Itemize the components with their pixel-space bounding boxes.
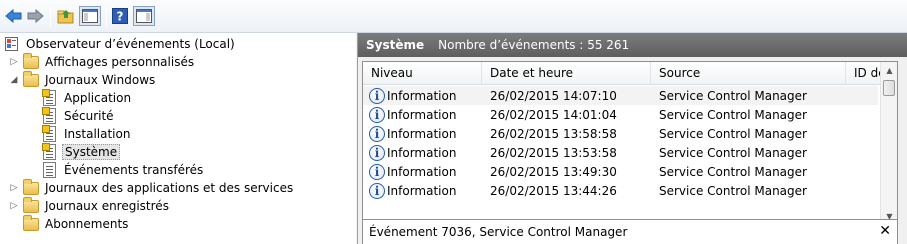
table-row[interactable]: i Information 26/02/2015 13:44:26 Service C…: [363, 181, 878, 200]
tree-label: Journaux Windows: [45, 73, 156, 87]
level-text: Information: [387, 183, 457, 198]
date-cell: 26/02/2015 14:07:10: [490, 88, 617, 103]
tree-item-subscriptions[interactable]: Abonnements: [23, 215, 130, 233]
source-cell: Service Control Manager: [659, 183, 807, 198]
level-cell: i Information: [363, 181, 482, 200]
information-icon: i: [369, 144, 385, 161]
tree-item-custom-views[interactable]: ▷ Affichages personnalisés: [9, 53, 196, 71]
event-viewer-icon: [4, 36, 20, 52]
log-icon: [42, 143, 58, 160]
expand-arrow-icon[interactable]: ▷: [9, 201, 19, 211]
column-header-date[interactable]: Date et heure: [482, 62, 651, 85]
event-detail-header: Événement 7036, Service Control Manager …: [362, 219, 898, 244]
level-text: Information: [387, 107, 457, 122]
tree-label: Application: [64, 91, 132, 105]
toolbar: ?: [0, 0, 907, 33]
forward-icon[interactable]: [26, 7, 44, 25]
column-header-level[interactable]: Niveau: [363, 62, 482, 85]
table-row[interactable]: i Information 26/02/2015 13:58:58 Service C…: [363, 124, 878, 143]
date-cell: 26/02/2015 13:44:26: [490, 183, 617, 198]
log-header: Système Nombre d’événements : 55 261: [358, 33, 907, 57]
source-cell: Service Control Manager: [659, 126, 807, 141]
main-panel: Système Nombre d’événements : 55 261 Niv…: [357, 33, 907, 244]
tree-label: Système: [62, 144, 121, 160]
event-detail-title: Événement 7036, Service Control Manager: [369, 225, 628, 239]
tree-item-windows-logs[interactable]: ◢ Journaux Windows: [9, 71, 157, 89]
folder-icon: [23, 53, 39, 70]
level-cell: i Information: [363, 124, 482, 143]
help-icon[interactable]: ?: [112, 7, 128, 25]
scroll-up-icon[interactable]: ▲: [881, 62, 898, 79]
tree-label: Journaux enregistrés: [45, 199, 169, 213]
event-list: Niveau Date et heure Source ID de iInfor…: [362, 61, 898, 243]
scroll-thumb[interactable]: [883, 80, 895, 96]
log-icon: [42, 125, 58, 142]
table-row[interactable]: i Information 26/02/2015 14:01:04 Service C…: [363, 105, 878, 124]
log-icon: [42, 162, 58, 178]
folder-icon: [23, 71, 39, 88]
log-icon: [42, 89, 58, 106]
log-icon: [42, 107, 58, 124]
level-text: Information: [387, 164, 457, 179]
tree-item-security[interactable]: Sécurité: [42, 107, 116, 125]
date-cell: 26/02/2015 13:53:58: [490, 145, 617, 160]
tree-label: Journaux des applications et des service…: [45, 181, 294, 195]
tree-label: Installation: [64, 127, 131, 141]
tree-label: Observateur d’événements (Local): [26, 37, 235, 51]
information-icon: i: [369, 163, 385, 180]
level-text: Information: [387, 88, 457, 103]
table-row[interactable]: i Information 26/02/2015 13:53:58 Service C…: [363, 143, 878, 162]
tree-item-root[interactable]: Observateur d’événements (Local): [4, 35, 237, 53]
level-cell: i Information: [363, 86, 482, 105]
level-cell: i Information: [363, 143, 482, 162]
folder-icon: [23, 197, 39, 214]
tree-item-forwarded-events[interactable]: Événements transférés: [42, 161, 205, 179]
expand-arrow-icon[interactable]: ▷: [9, 57, 19, 67]
column-header-event-id[interactable]: ID de: [846, 62, 881, 85]
information-icon: i: [369, 182, 385, 199]
column-header-source[interactable]: Source: [651, 62, 846, 85]
log-title: Système: [366, 38, 425, 52]
tree-item-app-service-logs[interactable]: ▷ Journaux des applications et des servi…: [9, 179, 295, 197]
information-icon: i: [369, 106, 385, 123]
source-cell: Service Control Manager: [659, 145, 807, 160]
tree-label: Affichages personnalisés: [45, 55, 195, 69]
source-cell: Service Control Manager: [659, 107, 807, 122]
tree-label: Sécurité: [64, 109, 114, 123]
tree-label: Abonnements: [45, 217, 129, 231]
folder-icon: [23, 179, 39, 196]
tree-item-application[interactable]: Application: [42, 89, 133, 107]
collapse-arrow-icon[interactable]: ◢: [9, 75, 19, 85]
information-icon: i: [369, 87, 385, 104]
level-cell: i Information: [363, 162, 482, 181]
source-cell: Service Control Manager: [659, 88, 807, 103]
information-icon: i: [369, 125, 385, 142]
event-count: Nombre d’événements : 55 261: [438, 38, 630, 52]
show-hide-console-tree-icon[interactable]: [79, 6, 101, 26]
date-cell: 26/02/2015 13:49:30: [490, 164, 617, 179]
level-text: Information: [387, 126, 457, 141]
tree-item-saved-logs[interactable]: ▷ Journaux enregistrés: [9, 197, 171, 215]
table-row[interactable]: i Information 26/02/2015 13:49:30 Service C…: [363, 162, 878, 181]
expand-arrow-icon[interactable]: ▷: [9, 183, 19, 193]
up-folder-icon[interactable]: [57, 7, 75, 25]
svg-text:?: ?: [117, 10, 124, 24]
vertical-scrollbar[interactable]: ▲ ▼: [880, 62, 897, 225]
level-cell: i Information: [363, 105, 482, 124]
close-icon[interactable]: ✕: [879, 223, 891, 239]
tree-label: Événements transférés: [64, 163, 204, 177]
tree-item-system[interactable]: Système: [42, 143, 121, 161]
date-cell: 26/02/2015 13:58:58: [490, 126, 617, 141]
date-cell: 26/02/2015 14:01:04: [490, 107, 617, 122]
tree-item-setup[interactable]: Installation: [42, 125, 132, 143]
subscriptions-icon: [23, 215, 39, 232]
back-icon[interactable]: [5, 7, 23, 25]
table-row[interactable]: i Information 26/02/2015 14:07:10 Service C…: [363, 86, 878, 105]
show-hide-action-pane-icon[interactable]: [133, 6, 155, 26]
console-tree: Observateur d’événements (Local) ▷ Affic…: [0, 33, 356, 244]
level-text: Information: [387, 145, 457, 160]
source-cell: Service Control Manager: [659, 164, 807, 179]
